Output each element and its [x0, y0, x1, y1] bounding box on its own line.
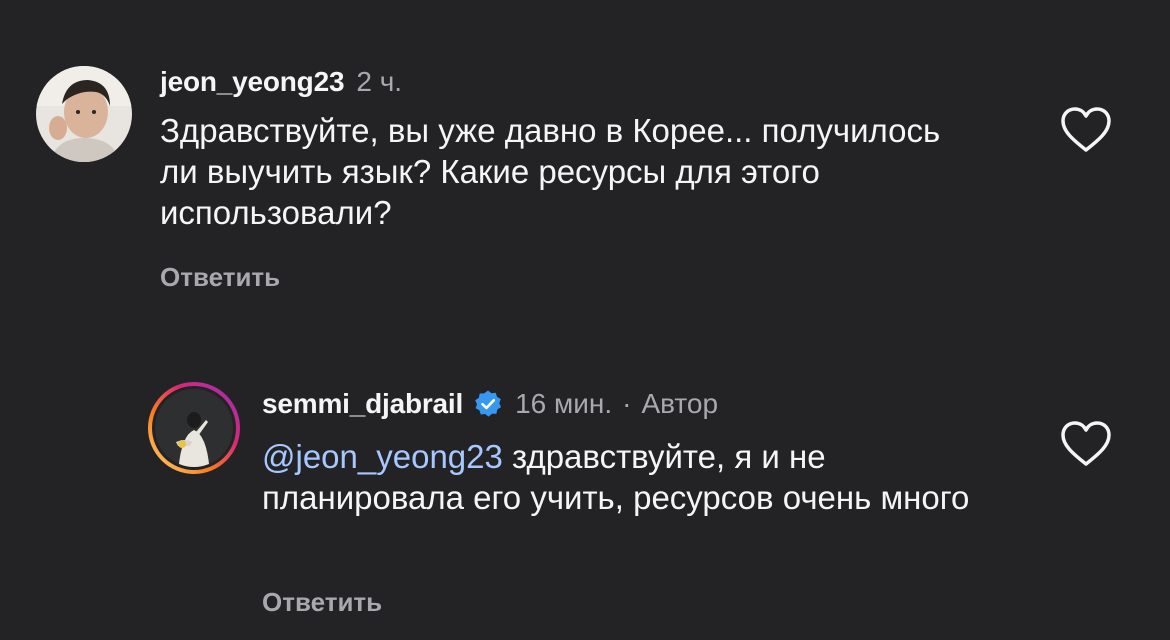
username-link[interactable]: semmi_djabrail	[262, 388, 463, 420]
meta-separator: ·	[622, 388, 632, 419]
story-ring-avatar[interactable]	[146, 380, 242, 476]
heart-outline-icon[interactable]	[1060, 420, 1112, 468]
comment-header: semmi_djabrail 16 мин. · Автор	[262, 388, 718, 420]
comment-timestamp: 16 мин.	[515, 388, 613, 419]
verified-badge-icon	[473, 389, 503, 419]
mention-link[interactable]: @jeon_yeong23	[262, 438, 503, 475]
comment-item: semmi_djabrail 16 мин. · Автор @jeon_yeo…	[0, 0, 1170, 640]
reply-button[interactable]: Ответить	[262, 587, 382, 617]
author-badge: Автор	[641, 388, 719, 419]
comment-text: @jeon_yeong23 здравствуйте, я и не плани…	[262, 436, 1002, 518]
